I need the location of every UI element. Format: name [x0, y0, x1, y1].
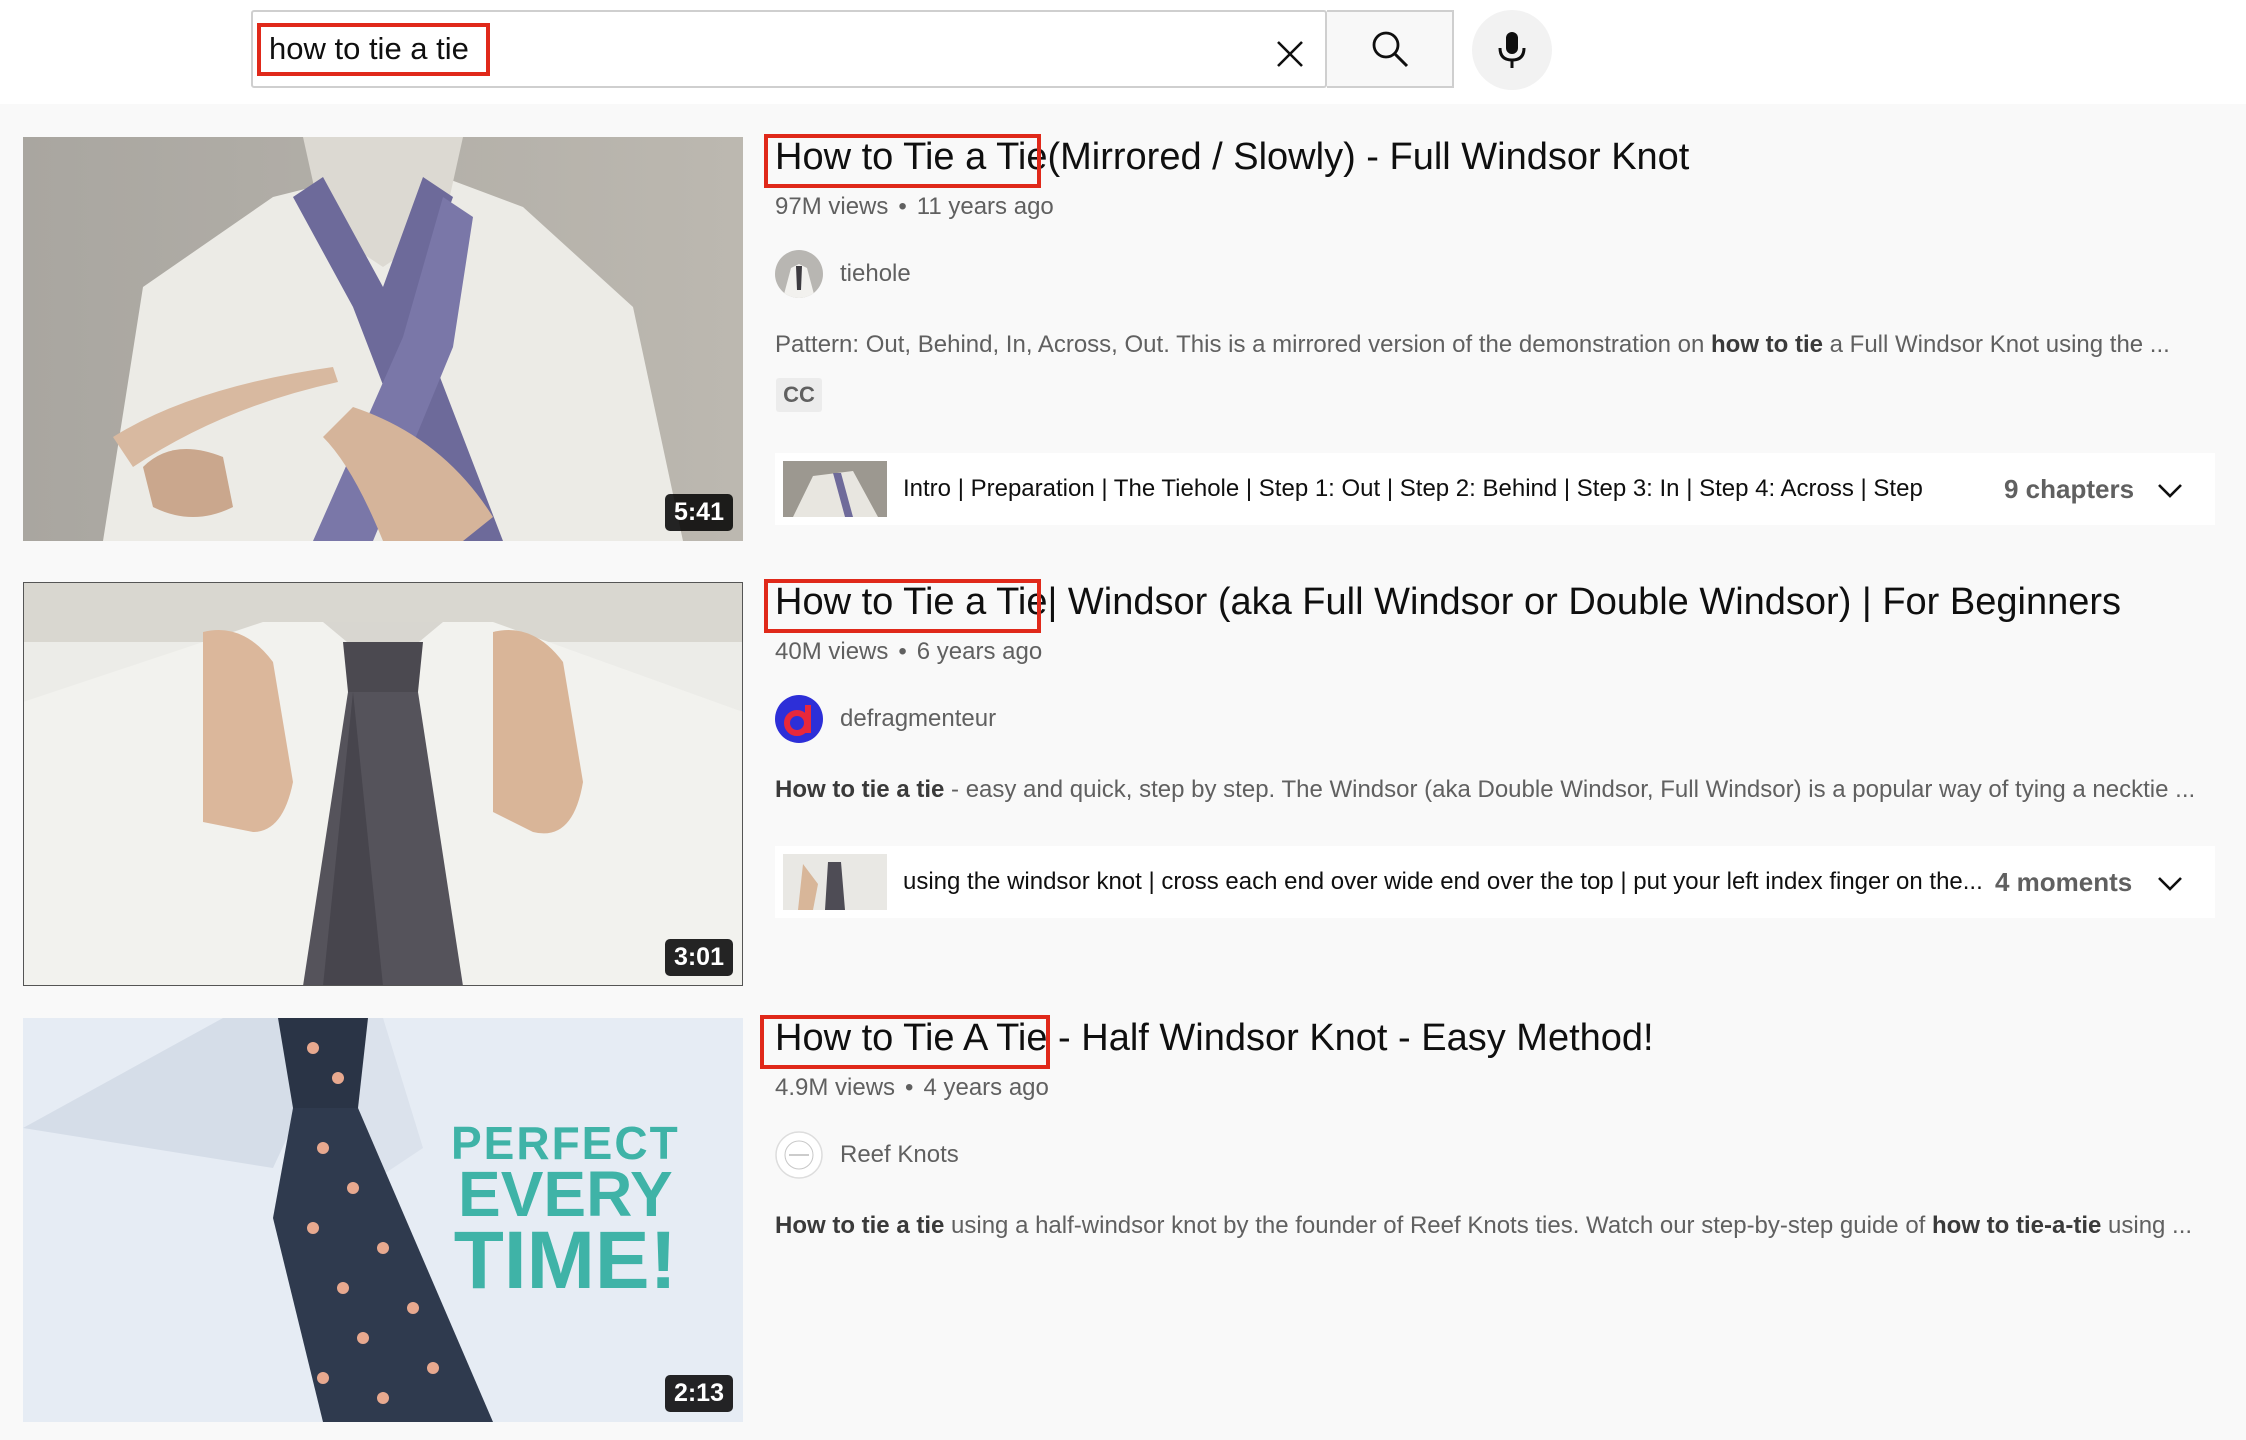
video-title[interactable]: How to Tie a Tie(Mirrored / Slowly) - Fu…	[775, 136, 1689, 179]
view-count: 40M views	[775, 638, 889, 665]
channel-avatar	[775, 1131, 823, 1179]
chapter-list: using the windsor knot | cross each end …	[903, 868, 1983, 895]
thumbnail-overlay-text: PERFECT EVERY TIME!	[451, 1117, 680, 1306]
chapter-list: Intro | Preparation | The Tiehole | Step…	[903, 475, 1923, 502]
chapter-thumbnail	[783, 854, 887, 910]
voice-search-button[interactable]	[1472, 10, 1552, 90]
video-duration: 3:01	[664, 939, 733, 976]
video-thumbnail[interactable]: PERFECT EVERY TIME! 2:13	[23, 1018, 743, 1422]
video-meta: 4.9M views • 4 years ago	[775, 1074, 1049, 1101]
video-description: How to tie a tie using a half-windsor kn…	[775, 1212, 2193, 1239]
chapters-bar[interactable]: using the windsor knot | cross each end …	[775, 846, 2215, 918]
close-icon	[1277, 41, 1303, 67]
video-description: How to tie a tie - easy and quick, step …	[775, 776, 2195, 803]
channel-link[interactable]: tiehole	[775, 249, 911, 299]
search-box	[251, 10, 1327, 88]
video-title-rest: (Mirrored / Slowly) - Full Windsor Knot	[1047, 136, 1690, 178]
video-thumbnail[interactable]: 3:01	[23, 582, 743, 986]
clear-search-button[interactable]	[1262, 26, 1318, 82]
channel-avatar	[775, 250, 823, 298]
channel-name: tiehole	[840, 260, 911, 287]
masthead	[0, 0, 2246, 104]
video-duration: 5:41	[664, 494, 733, 531]
video-meta: 40M views • 6 years ago	[775, 638, 1043, 665]
chapters-bar[interactable]: Intro | Preparation | The Tiehole | Step…	[775, 453, 2215, 525]
upload-age: 4 years ago	[923, 1074, 1049, 1101]
video-title-rest: | Windsor (aka Full Windsor or Double Wi…	[1047, 581, 2122, 623]
video-title-highlight: How to Tie a Tie	[775, 136, 1048, 178]
video-duration: 2:13	[664, 1375, 733, 1412]
cc-badge: CC	[776, 378, 822, 412]
view-count: 97M views	[775, 193, 889, 220]
chapter-thumbnail	[783, 461, 887, 517]
video-title-highlight: How to Tie A Tie	[775, 1017, 1048, 1059]
chevron-down-icon[interactable]	[2155, 868, 2185, 898]
video-title[interactable]: How to Tie A Tie - Half Windsor Knot - E…	[775, 1017, 1654, 1060]
video-title-rest: - Half Windsor Knot - Easy Method!	[1058, 1017, 1654, 1059]
channel-link[interactable]: Reef Knots	[775, 1130, 959, 1180]
view-count: 4.9M views	[775, 1074, 896, 1101]
search-button[interactable]	[1327, 10, 1454, 88]
mic-icon	[1498, 32, 1526, 68]
chapter-count: 4 moments	[1995, 867, 2133, 897]
video-title-highlight: How to Tie a Tie	[775, 581, 1048, 623]
upload-age: 6 years ago	[916, 638, 1043, 665]
video-description: Pattern: Out, Behind, In, Across, Out. T…	[775, 331, 2170, 358]
search-icon	[1372, 31, 1408, 68]
channel-name: defragmenteur	[840, 705, 997, 732]
video-thumbnail[interactable]: 5:41	[23, 137, 743, 541]
search-input[interactable]	[259, 24, 1269, 74]
channel-avatar	[775, 695, 823, 743]
chapter-count: 9 chapters	[2004, 474, 2135, 504]
chevron-down-icon[interactable]	[2155, 475, 2185, 505]
thumbnail-image	[23, 582, 743, 986]
channel-name: Reef Knots	[840, 1141, 959, 1168]
channel-link[interactable]: defragmenteur	[775, 694, 996, 744]
thumbnail-image	[23, 137, 743, 541]
video-title[interactable]: How to Tie a Tie| Windsor (aka Full Wind…	[775, 581, 2121, 624]
upload-age: 11 years ago	[916, 193, 1054, 220]
video-meta: 97M views • 11 years ago	[775, 193, 1054, 220]
